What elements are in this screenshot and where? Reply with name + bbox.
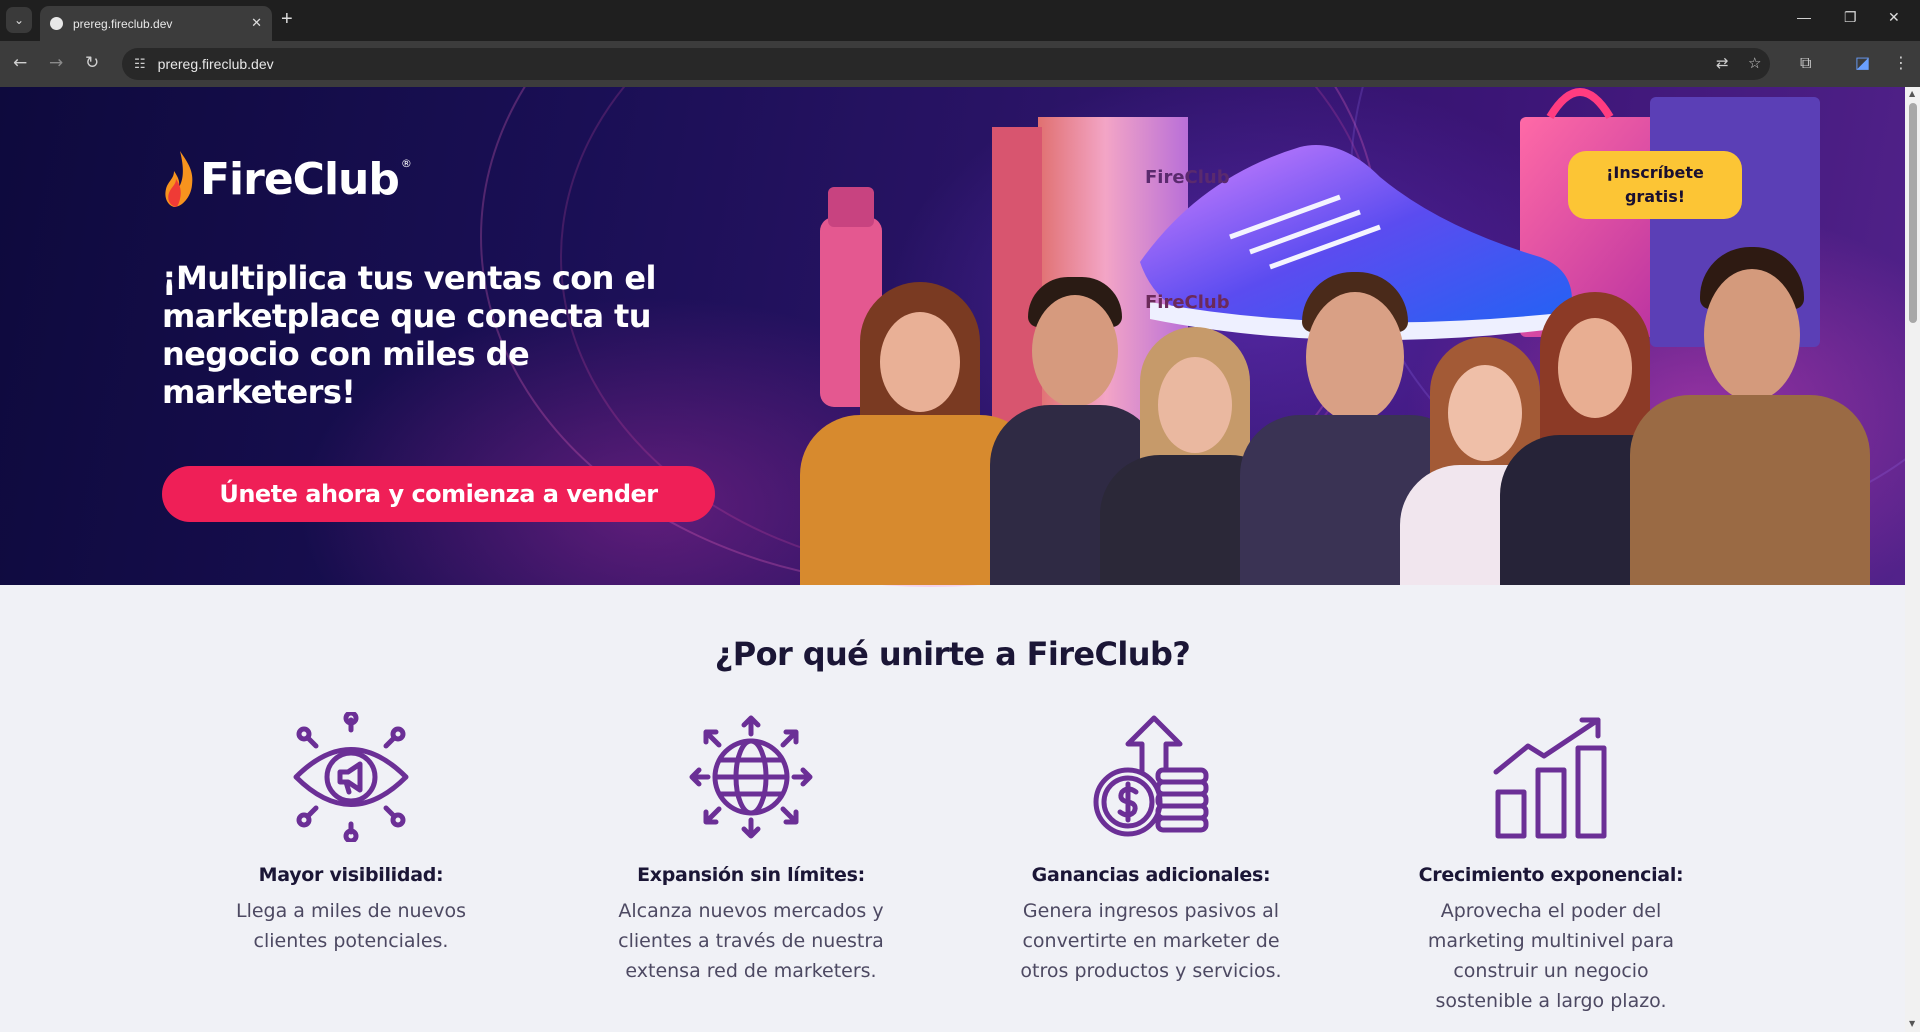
browser-tab[interactable]: prereg.fireclub.dev ✕ xyxy=(40,6,272,41)
scroll-down-icon[interactable]: ▼ xyxy=(1909,1019,1915,1028)
signup-free-button[interactable]: ¡Inscríbete gratis! xyxy=(1568,151,1742,219)
coin-stack-arrow-icon xyxy=(1093,715,1209,837)
favicon-icon xyxy=(50,17,63,30)
flame-icon xyxy=(165,151,193,207)
registered-mark: ® xyxy=(400,156,412,170)
globe-arrows-icon xyxy=(689,715,813,839)
translate-icon[interactable]: ⇄ xyxy=(1716,54,1729,72)
menu-dots-icon[interactable]: ⋮ xyxy=(1893,53,1909,72)
feature-title: Crecimiento exponencial: xyxy=(1418,864,1684,886)
back-icon[interactable]: ← xyxy=(13,53,27,73)
feature-growth: Crecimiento exponencial: Aprovecha el po… xyxy=(1386,712,1716,1016)
reload-icon[interactable]: ↻ xyxy=(85,53,99,73)
site-info-icon[interactable]: ☷ xyxy=(134,57,146,72)
restore-icon[interactable]: ❐ xyxy=(1844,9,1857,26)
scroll-up-icon[interactable]: ▲ xyxy=(1909,89,1915,98)
hero-banner: FireClub FireClub FireClub ® ¡Multiplica… xyxy=(0,87,1905,587)
person-man-brown-blazer xyxy=(1630,247,1870,585)
page-scrollbar[interactable]: ▲ ▼ xyxy=(1905,87,1920,1032)
scrollbar-thumb[interactable] xyxy=(1909,103,1917,323)
feature-expansion: Expansión sin límites: Alcanza nuevos me… xyxy=(586,712,916,986)
address-bar[interactable]: ☷ prereg.fireclub.dev ⇄ ☆ xyxy=(122,48,1770,80)
growth-chart-icon xyxy=(1493,717,1607,839)
feature-text: Alcanza nuevos mercados y clientes a tra… xyxy=(618,900,884,982)
browser-tab-bar: ⌄ prereg.fireclub.dev ✕ + — ❐ ✕ xyxy=(0,0,1920,41)
hero-headline: ¡Multiplica tus ventas con el marketplac… xyxy=(162,259,656,411)
new-tab-icon[interactable]: + xyxy=(281,8,293,31)
profile-extension-icon[interactable]: ◪ xyxy=(1855,53,1870,72)
feature-text: Genera ingresos pasivos al convertirte e… xyxy=(1020,900,1282,982)
fireclub-logo[interactable]: FireClub ® xyxy=(162,149,412,209)
tab-search-chevron-icon[interactable]: ⌄ xyxy=(6,7,32,33)
forward-icon[interactable]: → xyxy=(49,53,63,73)
minimize-icon[interactable]: — xyxy=(1797,9,1811,25)
close-window-icon[interactable]: ✕ xyxy=(1888,9,1900,26)
feature-earnings: Ganancias adicionales: Genera ingresos p… xyxy=(986,712,1316,986)
browser-toolbar: ← → ↻ ☷ prereg.fireclub.dev ⇄ ☆ ⧉ ◪ ⋮ xyxy=(0,41,1920,87)
extensions-icon[interactable]: ⧉ xyxy=(1800,53,1811,73)
feature-text: Aprovecha el poder del marketing multini… xyxy=(1427,900,1675,1012)
bookmark-star-icon[interactable]: ☆ xyxy=(1748,54,1761,72)
eye-megaphone-icon xyxy=(293,712,409,842)
feature-title: Mayor visibilidad: xyxy=(258,864,444,886)
feature-visibility: Mayor visibilidad: Llega a miles de nuev… xyxy=(186,712,516,956)
url-text: prereg.fireclub.dev xyxy=(157,56,274,72)
tab-close-icon[interactable]: ✕ xyxy=(251,16,262,31)
box-logo: FireClub xyxy=(1145,167,1230,188)
tab-title: prereg.fireclub.dev xyxy=(73,16,173,31)
page-content: FireClub FireClub FireClub ® ¡Multiplica… xyxy=(0,87,1905,1032)
logo-text: FireClub xyxy=(200,153,400,205)
join-now-button[interactable]: Únete ahora y comienza a vender xyxy=(162,466,715,522)
feature-title: Ganancias adicionales: xyxy=(1031,864,1271,886)
feature-text: Llega a miles de nuevos clientes potenci… xyxy=(235,900,466,952)
section-title: ¿Por qué unirte a FireClub? xyxy=(714,635,1191,673)
feature-title: Expansión sin límites: xyxy=(637,864,865,886)
